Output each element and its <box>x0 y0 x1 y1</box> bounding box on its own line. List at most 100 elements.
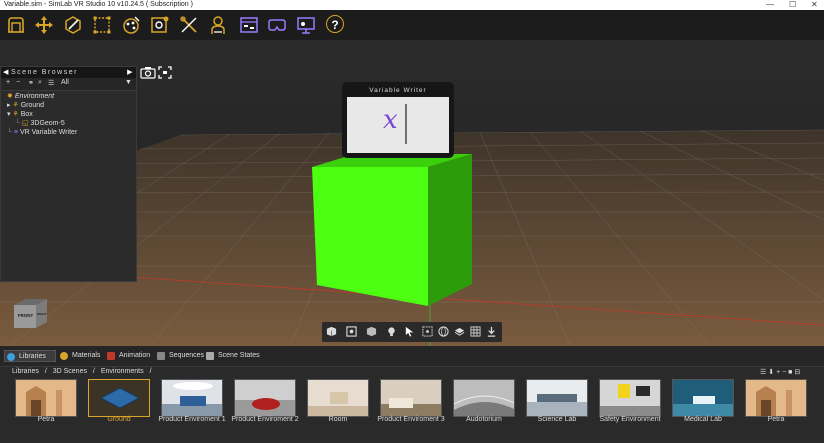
vr-object-icon: ≡ <box>13 129 19 136</box>
library-thumb-audotorium[interactable] <box>453 379 515 417</box>
libraries-icon <box>7 353 15 361</box>
nav-cube-right-label: RIGHT <box>37 312 47 316</box>
library-thumb-safety-environment[interactable] <box>599 379 661 417</box>
library-thumb-science-lab[interactable] <box>526 379 588 417</box>
minimize-button[interactable]: — <box>766 0 774 10</box>
drop-to-floor-icon[interactable] <box>486 326 497 337</box>
expand-arrow-icon[interactable]: ▸ <box>7 102 11 109</box>
move-icon[interactable] <box>34 15 54 35</box>
breadcrumb-separator: / <box>92 368 95 375</box>
library-toolbar: ☰ ⬇ + − ■ ⊟ <box>760 368 800 376</box>
library-label: Product Enviroment 2 <box>231 416 299 423</box>
library-thumb-product-env-3[interactable] <box>380 379 442 417</box>
tools-icon[interactable] <box>179 15 199 35</box>
scene-browser-header: ◀ Scene Browser ▶ <box>1 67 136 78</box>
scene-states-tab-icon <box>206 352 214 360</box>
tree-item-3dgeom[interactable]: └ ◱ 3DGeom-5 <box>1 119 136 128</box>
variable-x-label: x <box>383 105 398 135</box>
sequences-tab-icon <box>157 352 165 360</box>
animation-tab-icon <box>107 352 115 360</box>
filter-select[interactable]: All <box>61 79 69 86</box>
breadcrumb-libraries[interactable]: Libraries <box>12 368 39 375</box>
download-icon[interactable]: ⬇ <box>768 369 774 376</box>
edit-geometry-icon[interactable] <box>63 15 83 35</box>
layers-icon[interactable] <box>454 326 465 337</box>
tree-item-label: VR Variable Writer <box>19 129 78 136</box>
collapse-left-icon[interactable]: ◀ <box>3 67 10 78</box>
bounding-box-icon[interactable] <box>92 15 112 35</box>
library-thumb-petra[interactable] <box>15 379 77 417</box>
close-button[interactable]: ✕ <box>811 0 818 10</box>
main-toolbar: ? <box>0 10 824 40</box>
tree-item-environment[interactable]: ✹ Environment <box>1 92 136 101</box>
title-bar: Variable.sim - SimLab VR Studio 10 v10.2… <box>0 0 824 10</box>
tab-scene-states[interactable]: Scene States <box>204 350 274 362</box>
materials-icon[interactable] <box>121 15 141 35</box>
geometry-icon: ◱ <box>21 120 29 127</box>
list-options-icon[interactable]: ☰ <box>760 369 766 376</box>
tree-item-ground[interactable]: ▸ ⚘ Ground <box>1 101 136 110</box>
library-label: Science Lab <box>537 416 577 423</box>
add-icon[interactable]: + <box>6 79 10 86</box>
sphere-view-icon[interactable] <box>438 326 449 337</box>
tree-item-label: Box <box>20 111 33 118</box>
library-label: Safety Environment <box>599 416 661 423</box>
perspective-cube-icon[interactable] <box>326 326 337 337</box>
breadcrumb-separator: / <box>44 368 47 375</box>
library-label: Audotorium <box>466 416 502 423</box>
presentation-icon[interactable] <box>296 15 316 35</box>
add-library-icon[interactable]: + <box>776 369 780 376</box>
zoom-fit-icon[interactable] <box>346 326 357 337</box>
screenshot-icon[interactable] <box>158 66 172 79</box>
scene-browser-panel: ◀ Scene Browser ▶ + − ⚭ ⌕ ☰ All ▼ ✹ Envi… <box>0 66 137 282</box>
library-label-selected: Ground <box>107 416 131 423</box>
vr-logic-icon[interactable] <box>239 15 259 35</box>
collapse-arrow-icon[interactable]: ▾ <box>7 111 11 118</box>
tree-item-vr-variable-writer[interactable]: └ ≡ VR Variable Writer <box>1 128 136 137</box>
region-select-icon[interactable] <box>422 326 433 337</box>
collapse-right-icon[interactable]: ▶ <box>127 67 134 78</box>
library-thumb-product-env-2[interactable] <box>234 379 296 417</box>
grid-toggle-icon[interactable] <box>470 326 481 337</box>
library-label: Petra <box>767 416 785 423</box>
scene-browser-toolbar: + − ⚭ ⌕ ☰ All ▼ <box>1 78 136 91</box>
person-icon[interactable] <box>208 15 228 35</box>
list-view-icon[interactable]: ☰ <box>48 79 54 87</box>
library-panel: Libraries Materials Animation Sequences … <box>0 346 824 443</box>
tree-branch: └ <box>15 120 20 127</box>
object-icon: ⚘ <box>12 111 19 118</box>
breadcrumb-3d-scenes[interactable]: 3D Scenes <box>53 368 87 375</box>
library-label: Petra <box>37 416 55 423</box>
remove-icon[interactable]: − <box>16 79 20 86</box>
cube-front-face[interactable] <box>312 167 428 306</box>
tree-item-box[interactable]: ▾ ⚘ Box <box>1 110 136 119</box>
remove-library-icon[interactable]: − <box>782 369 786 376</box>
camera-icon[interactable] <box>140 66 156 79</box>
library-thumb-room[interactable] <box>307 379 369 417</box>
library-label: Product Enviroment 3 <box>377 416 445 423</box>
vr-headset-icon[interactable] <box>267 15 287 35</box>
tab-libraries[interactable]: Libraries <box>4 350 56 362</box>
thumbnail-size-icon[interactable]: ⊟ <box>794 369 800 376</box>
select-cursor-icon[interactable] <box>404 326 415 337</box>
chevron-down-icon[interactable]: ▼ <box>125 79 132 86</box>
light-bulb-icon[interactable] <box>386 326 397 337</box>
search-icon[interactable]: ⌕ <box>38 79 42 87</box>
open-file-icon[interactable] <box>6 15 26 35</box>
maximize-button[interactable]: ☐ <box>789 0 796 10</box>
tree-branch: └ <box>7 129 12 136</box>
library-label: Room <box>328 416 348 423</box>
library-thumb-petra-2[interactable] <box>745 379 807 417</box>
breadcrumb-environments[interactable]: Environments <box>101 368 144 375</box>
viewport-toolbar <box>322 322 502 342</box>
link-icon[interactable]: ⚭ <box>28 79 34 87</box>
image-settings-icon[interactable] <box>150 15 170 35</box>
grid-view-icon[interactable]: ■ <box>788 369 792 376</box>
help-icon[interactable]: ? <box>326 15 344 33</box>
library-thumb-product-env-1[interactable] <box>161 379 223 417</box>
library-thumb-medical-lab[interactable] <box>672 379 734 417</box>
shading-mode-icon[interactable] <box>366 326 377 337</box>
materials-tab-icon <box>60 352 68 360</box>
library-thumb-ground[interactable] <box>88 379 150 417</box>
tree-item-label: Ground <box>20 102 45 109</box>
